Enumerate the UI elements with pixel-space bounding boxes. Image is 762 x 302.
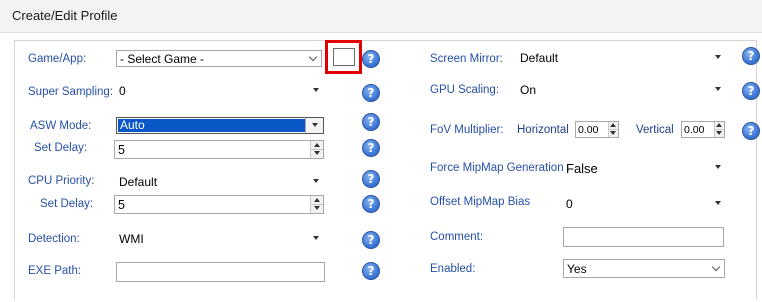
- asw-set-delay-value: 5: [118, 143, 125, 157]
- cpu-set-delay-label: Set Delay:: [40, 198, 94, 210]
- divider: [609, 129, 618, 130]
- dropdown-arrow-icon: [715, 55, 721, 59]
- comment-label: Comment:: [430, 231, 484, 243]
- detection-value: WMI: [119, 232, 144, 246]
- help-icon[interactable]: ?: [362, 170, 380, 188]
- offset-mipmap-label: Offset MipMap Bias: [430, 196, 531, 208]
- gpu-scaling-select[interactable]: On: [517, 82, 724, 99]
- dropdown-arrow-icon: [715, 165, 721, 169]
- gpu-scaling-value: On: [520, 83, 537, 97]
- divider: [311, 149, 323, 150]
- fov-horizontal-label: Horizontal: [517, 124, 569, 136]
- help-icon[interactable]: ?: [742, 82, 760, 100]
- asw-set-delay-label: Set Delay:: [34, 142, 88, 154]
- offset-mipmap-value: 0: [566, 197, 573, 211]
- spin-down-icon[interactable]: [610, 131, 616, 135]
- help-icon[interactable]: ?: [362, 50, 380, 68]
- dropdown-arrow-icon: [313, 88, 319, 92]
- help-icon[interactable]: ?: [742, 122, 760, 140]
- enabled-select[interactable]: Yes: [563, 259, 725, 278]
- exe-path-input[interactable]: [116, 262, 325, 282]
- force-mipmap-label: Force MipMap Generation: [430, 162, 564, 174]
- super-sampling-label: Super Sampling:: [28, 86, 114, 98]
- divider: [715, 129, 724, 130]
- spinner-buttons[interactable]: [310, 196, 323, 213]
- screen-mirror-label: Screen Mirror:: [430, 53, 503, 65]
- super-sampling-select[interactable]: 0: [116, 83, 322, 100]
- fov-multiplier-label: FoV Multiplier:: [430, 124, 504, 136]
- help-icon[interactable]: ?: [362, 84, 380, 102]
- comment-input[interactable]: [563, 227, 724, 247]
- spin-up-icon[interactable]: [716, 123, 722, 127]
- spin-down-icon[interactable]: [314, 206, 320, 210]
- cpu-priority-select[interactable]: Default: [116, 174, 322, 191]
- game-app-value: - Select Game -: [120, 52, 205, 66]
- help-icon[interactable]: ?: [362, 231, 380, 249]
- title-bar: Create/Edit Profile: [0, 0, 762, 33]
- cpu-set-delay-spinner[interactable]: 5: [114, 195, 324, 214]
- force-mipmap-value: False: [566, 161, 598, 176]
- asw-mode-value: Auto: [118, 119, 305, 132]
- detection-select[interactable]: WMI: [116, 231, 322, 248]
- spin-down-icon[interactable]: [716, 131, 722, 135]
- dropdown-arrow-icon: [715, 201, 721, 205]
- cpu-priority-label: CPU Priority:: [28, 175, 95, 187]
- fov-vertical-label: Vertical: [636, 124, 674, 136]
- gpu-scaling-label: GPU Scaling:: [430, 84, 500, 96]
- cpu-priority-value: Default: [119, 175, 158, 189]
- force-mipmap-select[interactable]: False: [563, 160, 724, 177]
- fov-horizontal-value: 0.00: [578, 124, 599, 136]
- fov-vertical-value: 0.00: [684, 124, 705, 136]
- dropdown-arrow-icon: [312, 123, 318, 127]
- fov-horizontal-spinner[interactable]: 0.00: [575, 121, 619, 138]
- offset-mipmap-select[interactable]: 0: [563, 196, 724, 213]
- highlighted-color-box: [325, 40, 362, 74]
- spinner-buttons[interactable]: [608, 122, 618, 137]
- divider: [311, 204, 323, 205]
- detection-label: Detection:: [28, 233, 80, 245]
- fov-vertical-spinner[interactable]: 0.00: [681, 121, 725, 138]
- screen-mirror-value: Default: [520, 51, 559, 65]
- dropdown-arrow-icon: [313, 236, 319, 240]
- enabled-label: Enabled:: [430, 263, 476, 275]
- asw-mode-select[interactable]: Auto: [116, 117, 324, 134]
- screen-mirror-select[interactable]: Default: [517, 50, 724, 67]
- chevron-down-icon: [308, 52, 318, 62]
- help-icon[interactable]: ?: [362, 139, 380, 157]
- color-swatch-button[interactable]: [333, 48, 355, 66]
- game-app-select[interactable]: - Select Game -: [116, 50, 322, 67]
- help-icon[interactable]: ?: [362, 113, 380, 131]
- asw-set-delay-spinner[interactable]: 5: [114, 140, 324, 159]
- exe-path-label: EXE Path:: [28, 265, 82, 277]
- help-icon[interactable]: ?: [362, 195, 380, 213]
- spinner-buttons[interactable]: [714, 122, 724, 137]
- cpu-set-delay-value: 5: [118, 198, 125, 212]
- dropdown-arrow-icon: [313, 179, 319, 183]
- asw-mode-label: ASW Mode:: [30, 120, 92, 132]
- spin-up-icon[interactable]: [314, 198, 320, 202]
- asw-mode-dropdown-button[interactable]: [305, 118, 323, 133]
- window-title: Create/Edit Profile: [12, 8, 118, 23]
- dropdown-arrow-icon: [715, 87, 721, 91]
- spin-up-icon[interactable]: [610, 123, 616, 127]
- help-icon[interactable]: ?: [362, 262, 380, 280]
- spinner-buttons[interactable]: [310, 141, 323, 158]
- chevron-down-icon: [711, 262, 721, 272]
- spin-down-icon[interactable]: [314, 151, 320, 155]
- help-icon[interactable]: ?: [742, 47, 760, 65]
- enabled-value: Yes: [567, 262, 587, 276]
- super-sampling-value: 0: [119, 84, 126, 98]
- game-app-label: Game/App:: [28, 53, 87, 65]
- spin-up-icon[interactable]: [314, 143, 320, 147]
